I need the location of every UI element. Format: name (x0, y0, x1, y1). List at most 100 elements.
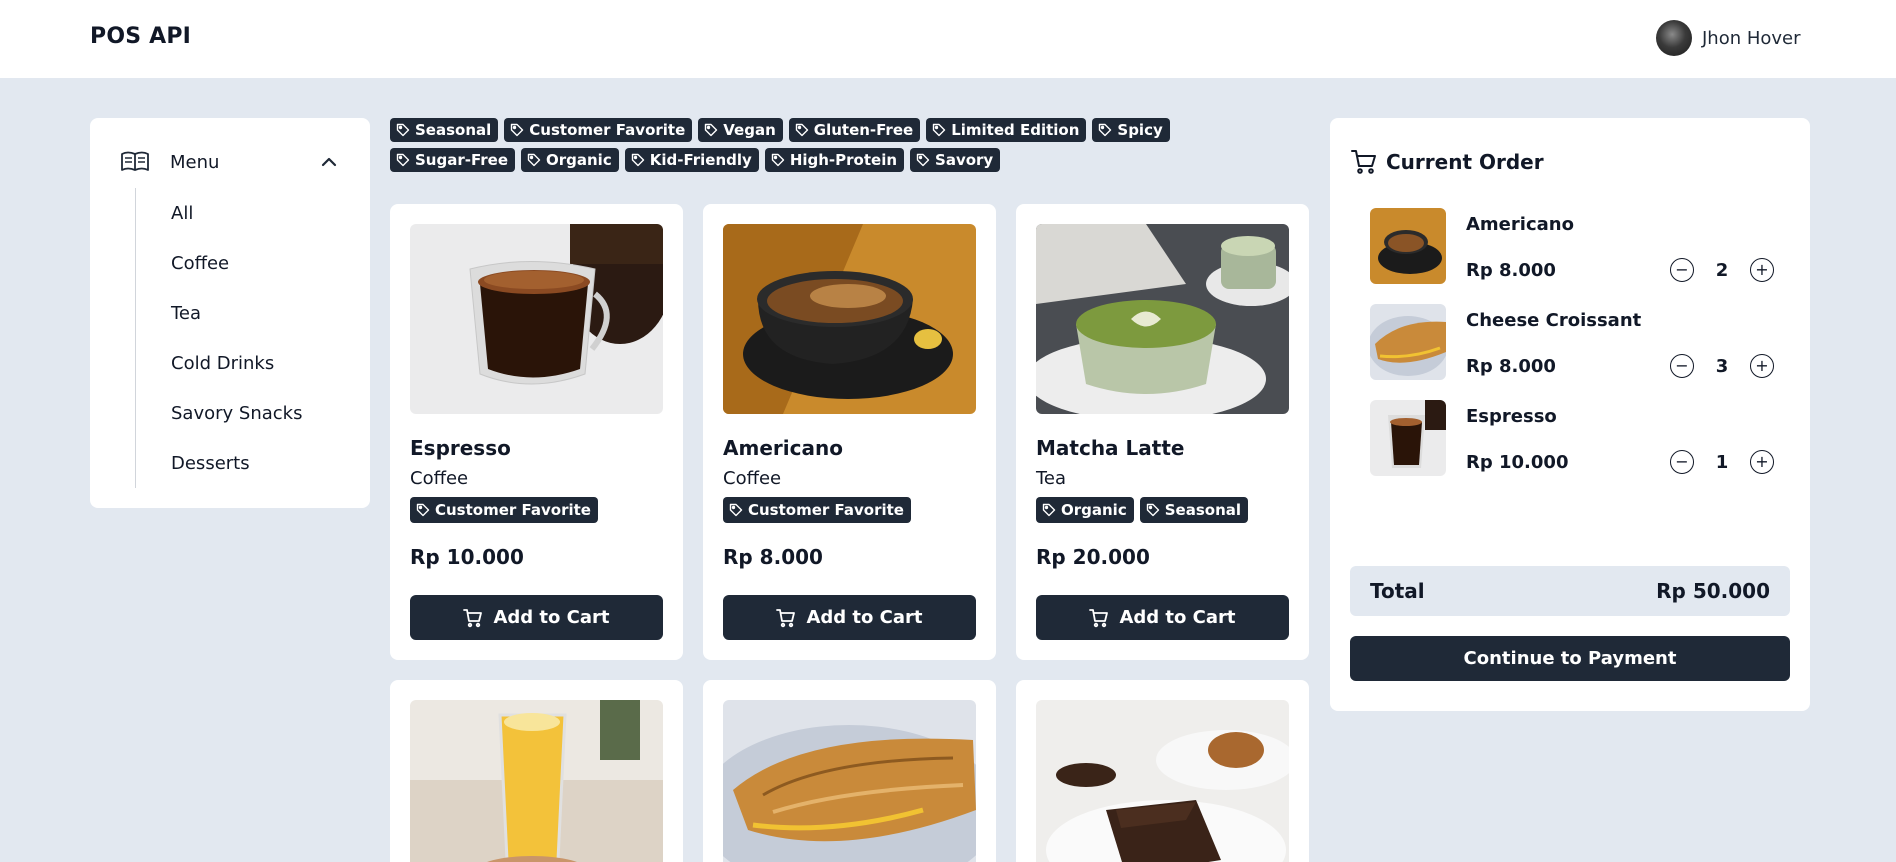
tag-icon (396, 123, 410, 137)
tag-filter-vegan[interactable]: Vegan (698, 118, 783, 142)
quantity-stepper: − 2 + (1670, 258, 1774, 282)
menu-item-cold-drinks[interactable]: Cold Drinks (171, 338, 335, 388)
product-card-americano[interactable]: Americano Coffee Customer Favorite Rp 8.… (703, 204, 996, 660)
menu-item-savory-snacks[interactable]: Savory Snacks (171, 388, 335, 438)
product-tag: Organic (1036, 497, 1134, 523)
product-card-iced-drink[interactable] (390, 680, 683, 862)
menu-item-desserts[interactable]: Desserts (171, 438, 335, 488)
cart-icon (1351, 150, 1376, 174)
order-item: Americano Rp 8.000 − 2 + (1370, 208, 1790, 304)
product-card-brownie[interactable] (1016, 680, 1309, 862)
tag-icon (416, 503, 430, 517)
quantity-stepper: − 3 + (1670, 354, 1774, 378)
order-item-qty: 2 (1715, 259, 1729, 281)
brand-logo[interactable]: POS API (90, 24, 191, 49)
tag-icon (705, 123, 718, 137)
tag-filter-organic[interactable]: Organic (521, 148, 619, 172)
add-to-cart-button[interactable]: Add to Cart (410, 595, 663, 640)
tag-icon (916, 153, 930, 167)
continue-to-payment-button[interactable]: Continue to Payment (1350, 636, 1790, 681)
tag-filter-kid-friendly[interactable]: Kid-Friendly (624, 148, 759, 172)
top-bar: POS API Jhon Hover (0, 0, 1896, 78)
tag-icon (1146, 503, 1159, 517)
menu-item-tea[interactable]: Tea (171, 288, 335, 338)
product-name: Matcha Latte (1036, 436, 1185, 460)
product-image-iced-drink (410, 700, 663, 862)
increment-button[interactable]: + (1750, 258, 1774, 282)
sidebar: Menu All Coffee Tea Cold Drinks Savory S… (90, 118, 370, 508)
decrement-button[interactable]: − (1670, 258, 1694, 282)
decrement-button[interactable]: − (1670, 354, 1694, 378)
total-value: Rp 50.000 (1656, 579, 1770, 603)
menu-item-all[interactable]: All (171, 188, 335, 238)
avatar (1656, 20, 1692, 56)
tag-filter-gluten-free[interactable]: Gluten-Free (788, 118, 921, 142)
tag-icon (1042, 503, 1056, 517)
product-price: Rp 10.000 (410, 545, 524, 569)
order-item: Cheese Croissant Rp 8.000 − 3 + (1370, 304, 1790, 400)
quantity-stepper: − 1 + (1670, 450, 1774, 474)
tag-icon (396, 153, 410, 167)
tag-icon (511, 123, 524, 137)
order-item-name: Espresso (1466, 406, 1557, 427)
menu-title: Menu (170, 151, 220, 173)
increment-button[interactable]: + (1750, 354, 1774, 378)
order-total: Total Rp 50.000 (1350, 566, 1790, 616)
product-card-croissant[interactable] (703, 680, 996, 862)
tag-icon (932, 123, 946, 137)
user-name: Jhon Hover (1702, 27, 1801, 49)
tag-icon (729, 503, 743, 517)
order-item-price: Rp 8.000 (1466, 260, 1556, 281)
decrement-button[interactable]: − (1670, 450, 1694, 474)
order-item-thumbnail (1370, 400, 1446, 476)
tag-filter-savory[interactable]: Savory (910, 148, 1001, 172)
tag-icon (631, 153, 644, 167)
increment-button[interactable]: + (1750, 450, 1774, 474)
order-items: Americano Rp 8.000 − 2 + Cheese Croissan… (1370, 208, 1790, 496)
add-to-cart-button[interactable]: Add to Cart (723, 595, 976, 640)
tag-filter-seasonal[interactable]: Seasonal (390, 118, 499, 142)
order-item-thumbnail (1370, 208, 1446, 284)
order-item-price: Rp 8.000 (1466, 356, 1556, 377)
order-item-qty: 1 (1715, 451, 1729, 473)
product-tags: Customer Favorite (723, 497, 976, 523)
tag-filter-limited-edition[interactable]: Limited Edition (926, 118, 1087, 142)
cart-icon (463, 608, 483, 627)
cart-icon (1089, 608, 1109, 627)
tag-filter-bar: Seasonal Customer Favorite Vegan Gluten-Fre… (390, 118, 1270, 172)
menu-list: All Coffee Tea Cold Drinks Savory Snacks… (135, 188, 335, 488)
product-price: Rp 20.000 (1036, 545, 1150, 569)
menu-toggle[interactable]: Menu (120, 148, 340, 176)
order-item-qty: 3 (1715, 355, 1729, 377)
product-image-americano (723, 224, 976, 414)
tag-filter-customer-favorite[interactable]: Customer Favorite (504, 118, 693, 142)
tag-filter-high-protein[interactable]: High-Protein (764, 148, 905, 172)
product-price: Rp 8.000 (723, 545, 823, 569)
product-tag: Customer Favorite (723, 497, 911, 523)
tag-filter-sugar-free[interactable]: Sugar-Free (390, 148, 515, 172)
product-tags: Organic Seasonal (1036, 497, 1289, 523)
order-item-name: Cheese Croissant (1466, 310, 1642, 331)
product-grid: Espresso Coffee Customer Favorite Rp 10.… (390, 204, 1310, 862)
order-item-thumbnail (1370, 304, 1446, 380)
product-category: Coffee (723, 468, 782, 489)
product-name: Americano (723, 436, 843, 460)
product-image-brownie (1036, 700, 1289, 862)
book-open-icon (121, 151, 149, 171)
tag-icon (1099, 123, 1112, 137)
product-category: Tea (1036, 468, 1067, 489)
product-card-espresso[interactable]: Espresso Coffee Customer Favorite Rp 10.… (390, 204, 683, 660)
order-item-name: Americano (1466, 214, 1574, 235)
chevron-up-icon[interactable] (318, 151, 340, 173)
order-item: Espresso Rp 10.000 − 1 + (1370, 400, 1790, 496)
user-menu[interactable]: Jhon Hover (1656, 20, 1801, 56)
product-card-matcha-latte[interactable]: Matcha Latte Tea Organic Seasonal Rp 20.… (1016, 204, 1309, 660)
product-tags: Customer Favorite (410, 497, 663, 523)
add-to-cart-button[interactable]: Add to Cart (1036, 595, 1289, 640)
product-category: Coffee (410, 468, 469, 489)
tag-icon (795, 123, 808, 137)
current-order-panel: Current Order Americano Rp 8.000 − 2 + C… (1330, 118, 1810, 711)
tag-filter-spicy[interactable]: Spicy (1092, 118, 1170, 142)
menu-item-coffee[interactable]: Coffee (171, 238, 335, 288)
tag-icon (527, 153, 541, 167)
